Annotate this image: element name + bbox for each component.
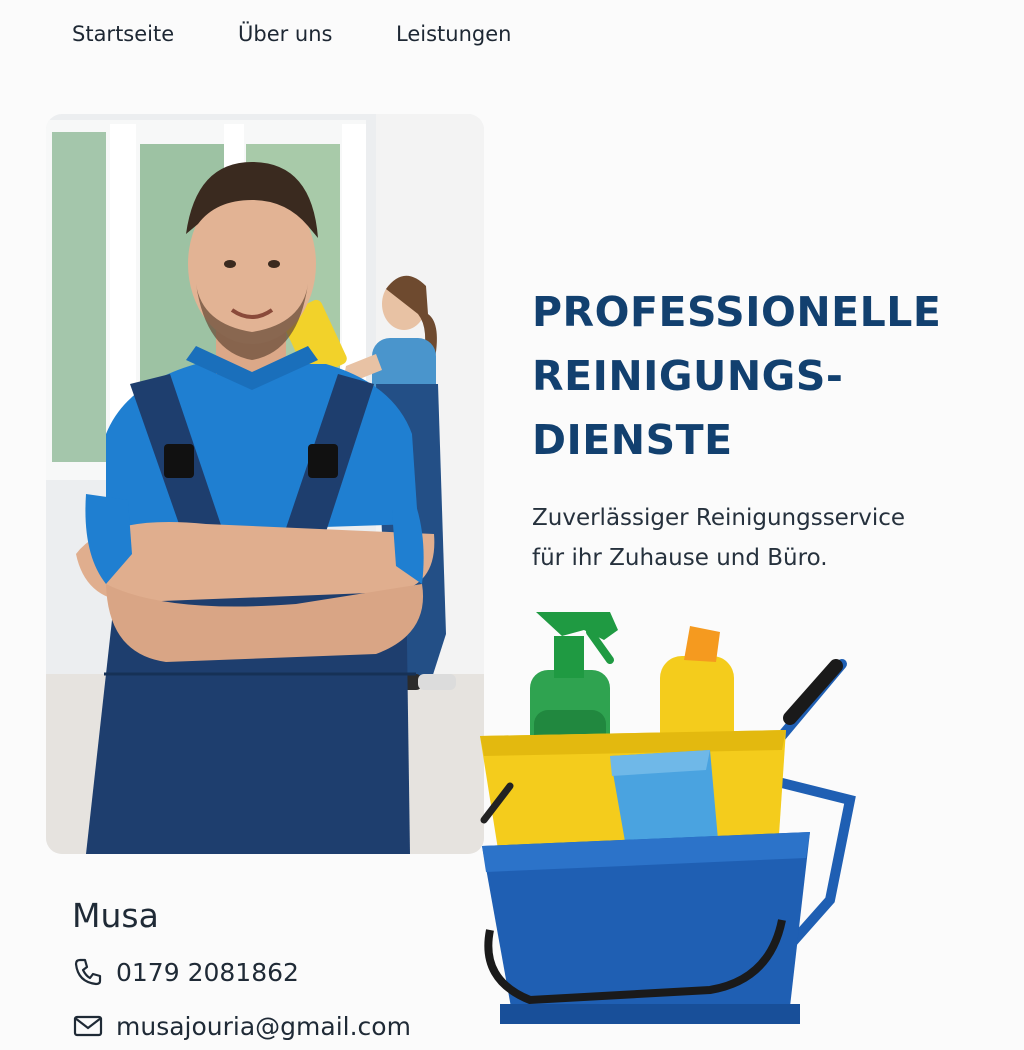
email-address[interactable]: musajouria@gmail.com xyxy=(116,1012,411,1041)
hero-photo xyxy=(46,114,484,854)
hero-section: PROFESSIONELLE REINIGUNGS- DIENSTE Zuver… xyxy=(532,280,992,578)
phone-row[interactable]: 0179 2081862 xyxy=(72,948,492,996)
hero-subtitle-line-1: Zuverlässiger Reinigungsservice xyxy=(532,505,906,531)
nav-link-leistungen[interactable]: Leistungen xyxy=(396,22,511,46)
hero-title-line-3: DIENSTE xyxy=(532,416,733,464)
hero-subtitle: Zuverlässiger Reinigungsservice für ihr … xyxy=(532,498,992,578)
contact-name: Musa xyxy=(72,896,159,935)
contact-section: Musa 0179 2081862 musajouria@gmail.com xyxy=(72,890,492,1050)
phone-number[interactable]: 0179 2081862 xyxy=(116,958,299,987)
nav-link-ueber-uns[interactable]: Über uns xyxy=(238,22,333,46)
cleaner-illustration xyxy=(46,114,484,854)
hero-title-line-1: PROFESSIONELLE xyxy=(532,288,942,336)
hero-title-line-2: REINIGUNGS- xyxy=(532,352,844,400)
hero-title: PROFESSIONELLE REINIGUNGS- DIENSTE xyxy=(532,280,992,472)
cleaning-bucket-illustration xyxy=(470,600,870,1029)
phone-icon xyxy=(74,958,102,986)
hero-subtitle-line-2: für ihr Zuhause und Büro. xyxy=(532,545,828,571)
mail-icon xyxy=(73,1015,103,1037)
email-row[interactable]: musajouria@gmail.com xyxy=(72,1002,492,1050)
bucket-icon xyxy=(480,612,856,1029)
nav-link-startseite[interactable]: Startseite xyxy=(72,22,174,46)
